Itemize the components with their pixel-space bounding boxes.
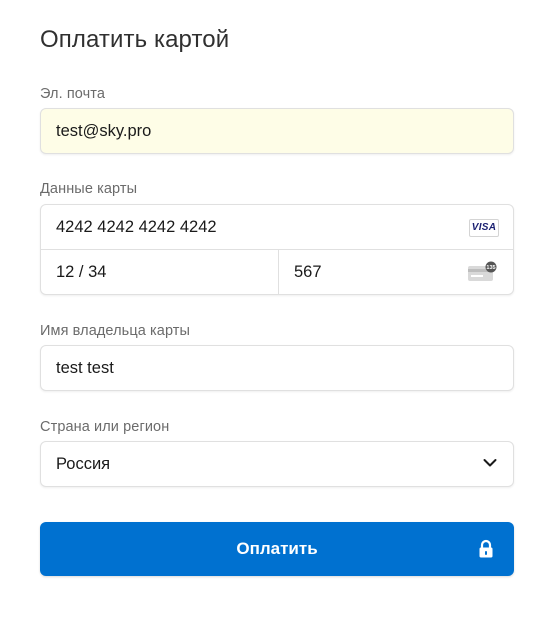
email-label: Эл. почта bbox=[40, 86, 106, 102]
cardholder-name-field[interactable]: test test bbox=[40, 345, 514, 391]
card-expiry-field[interactable]: 12 / 34 bbox=[56, 263, 106, 282]
pay-button[interactable]: Оплатить bbox=[40, 522, 514, 576]
cardholder-name-value: test test bbox=[56, 359, 114, 377]
visa-card-icon: VISA bbox=[469, 219, 499, 237]
page-title: Оплатить картой bbox=[40, 26, 230, 53]
card-cvc-field[interactable]: 567 bbox=[294, 263, 322, 282]
country-select[interactable]: Россия bbox=[40, 441, 514, 487]
payment-form: Оплатить картой Эл. почта test@sky.pro Д… bbox=[0, 0, 556, 623]
lock-icon bbox=[479, 539, 493, 558]
card-row-divider bbox=[41, 249, 513, 250]
card-details-group: 4242 4242 4242 4242 VISA 12 / 34 567 135 bbox=[40, 204, 514, 295]
cardholder-label: Имя владельца карты bbox=[40, 323, 191, 339]
email-field[interactable]: test@sky.pro bbox=[40, 108, 514, 154]
cvc-card-icon: 135 bbox=[468, 261, 497, 281]
card-details-label: Данные карты bbox=[40, 181, 138, 197]
card-column-divider bbox=[278, 249, 279, 294]
country-value: Россия bbox=[56, 455, 111, 473]
country-label: Страна или регион bbox=[40, 419, 170, 435]
email-value: test@sky.pro bbox=[56, 122, 152, 140]
chevron-down-icon bbox=[483, 459, 497, 467]
pay-button-label: Оплатить bbox=[236, 539, 318, 558]
cvc-icon-text: 135 bbox=[486, 265, 495, 271]
card-number-field[interactable]: 4242 4242 4242 4242 bbox=[56, 218, 217, 237]
